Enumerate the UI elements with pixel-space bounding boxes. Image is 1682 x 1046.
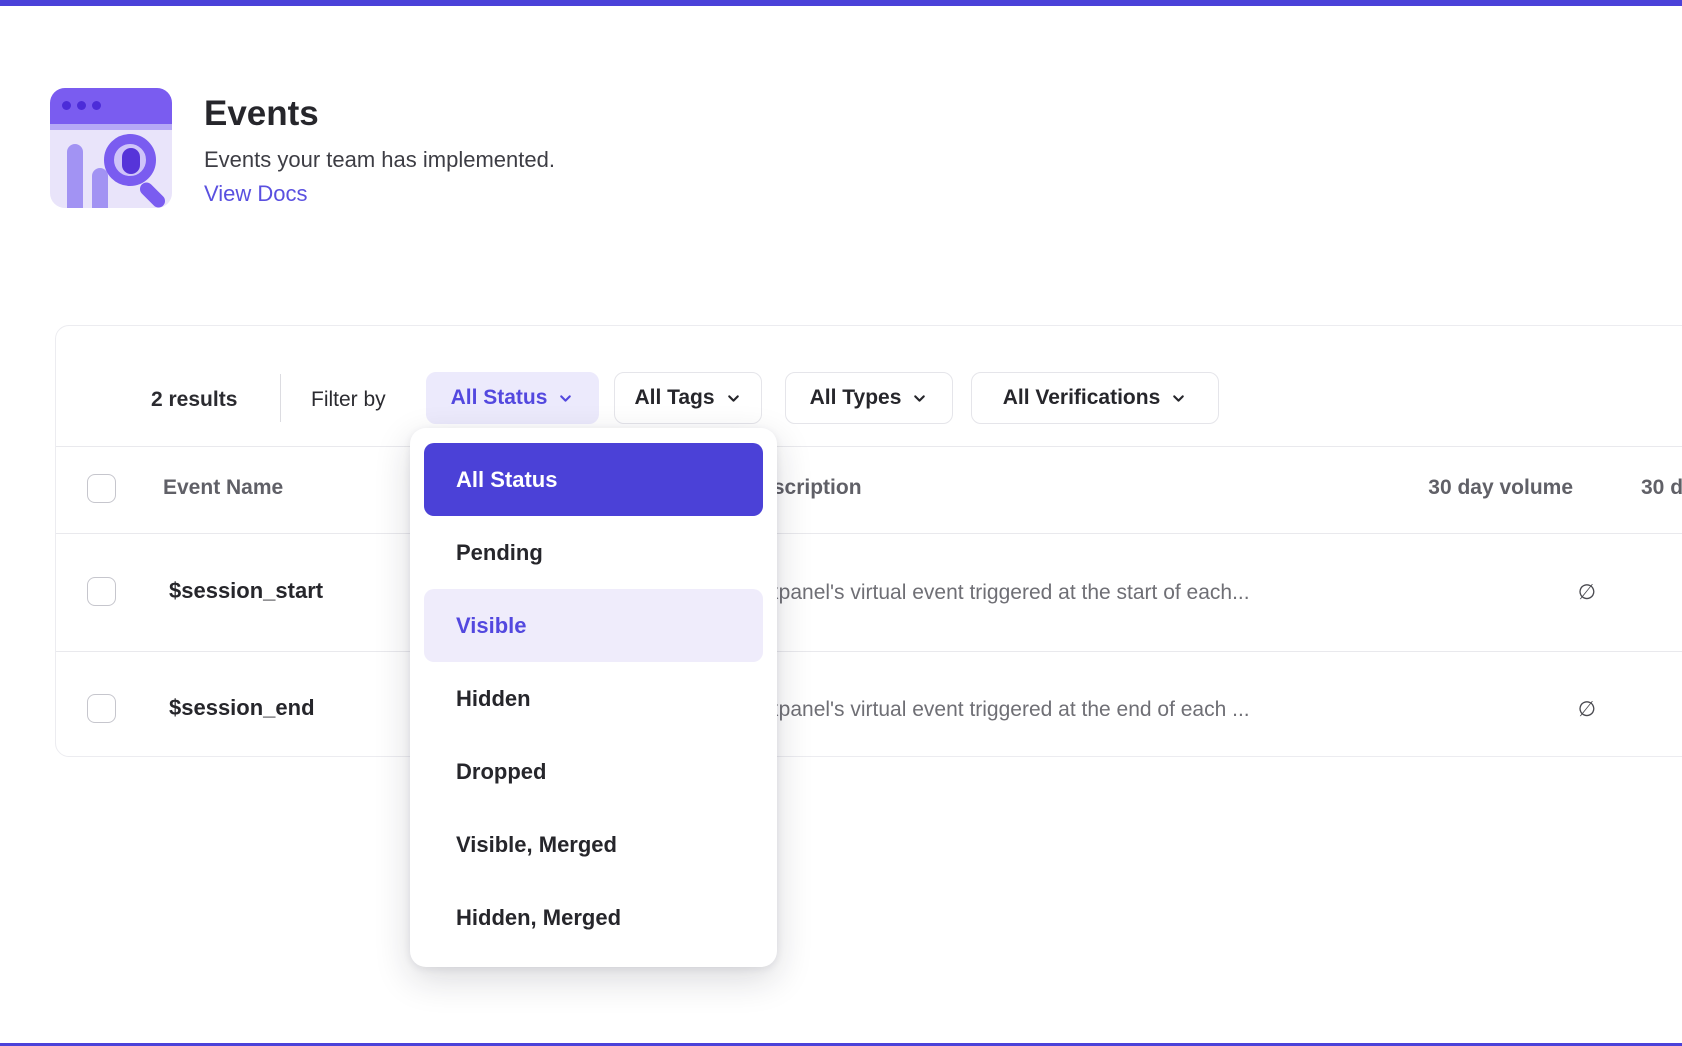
- select-all-checkbox[interactable]: [87, 474, 116, 503]
- chevron-down-icon: [911, 390, 928, 407]
- results-count: 2 results: [151, 388, 237, 412]
- column-header-event-name: Event Name: [163, 476, 283, 500]
- dropdown-item-visible-merged[interactable]: Visible, Merged: [424, 808, 763, 881]
- top-accent-bar: [0, 0, 1682, 6]
- dropdown-item-all-status[interactable]: All Status: [424, 443, 763, 516]
- event-name-cell[interactable]: $session_start: [169, 578, 323, 604]
- row-divider: [56, 651, 1682, 652]
- filter-all-types[interactable]: All Types: [785, 372, 953, 424]
- chart-bar-icon: [92, 168, 108, 208]
- table-header-bottom-border: [56, 533, 1682, 534]
- chevron-down-icon: [725, 390, 742, 407]
- events-page: Events Events your team has implemented.…: [0, 0, 1682, 1046]
- window-dot-icon: [77, 101, 86, 110]
- status-filter-dropdown: All Status Pending Visible Hidden Droppe…: [410, 428, 777, 967]
- window-dot-icon: [92, 101, 101, 110]
- filter-all-verifications[interactable]: All Verifications: [971, 372, 1219, 424]
- magnifier-handle-icon: [137, 180, 167, 208]
- volume-cell: ∅: [1396, 580, 1596, 605]
- window-dot-icon: [62, 101, 71, 110]
- page-subtitle: Events your team has implemented.: [204, 147, 555, 173]
- row-checkbox[interactable]: [87, 694, 116, 723]
- chevron-down-icon: [1170, 390, 1187, 407]
- dropdown-item-hidden-merged[interactable]: Hidden, Merged: [424, 881, 763, 954]
- events-app-icon: [50, 88, 172, 208]
- column-header-30-day-volume: 30 day volume: [1311, 476, 1573, 500]
- filter-label: All Tags: [634, 386, 714, 410]
- chevron-down-icon: [557, 390, 574, 407]
- filter-label: All Status: [451, 386, 548, 410]
- table-header-top-border: [56, 446, 1682, 447]
- events-table-card: 2 results Filter by All Status All Tags …: [55, 325, 1682, 757]
- window-divider: [50, 124, 172, 130]
- chart-bar-icon: [67, 144, 83, 208]
- page-title: Events: [204, 94, 319, 134]
- volume-cell: ∅: [1396, 697, 1596, 722]
- dropdown-item-visible[interactable]: Visible: [424, 589, 763, 662]
- event-description-cell: Mixpanel's virtual event triggered at th…: [746, 581, 1250, 605]
- filter-all-status[interactable]: All Status: [426, 372, 599, 424]
- magnifier-lens-icon: [122, 148, 140, 174]
- event-description-cell: Mixpanel's virtual event triggered at th…: [746, 698, 1250, 722]
- event-name-cell[interactable]: $session_end: [169, 695, 315, 721]
- dropdown-item-dropped[interactable]: Dropped: [424, 735, 763, 808]
- toolbar-divider: [280, 374, 281, 422]
- filter-all-tags[interactable]: All Tags: [614, 372, 762, 424]
- filter-label: All Verifications: [1003, 386, 1161, 410]
- view-docs-link[interactable]: View Docs: [204, 181, 308, 207]
- dropdown-item-hidden[interactable]: Hidden: [424, 662, 763, 735]
- filter-by-label: Filter by: [311, 388, 386, 412]
- dropdown-item-pending[interactable]: Pending: [424, 516, 763, 589]
- filter-label: All Types: [810, 386, 902, 410]
- column-header-clipped: 30 d: [1641, 476, 1682, 500]
- row-checkbox[interactable]: [87, 577, 116, 606]
